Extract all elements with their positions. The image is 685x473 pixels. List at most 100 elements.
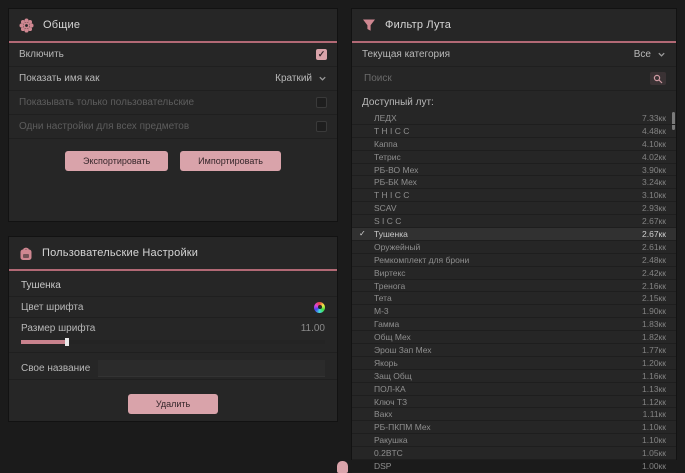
loot-item-value: 2.16кк: [642, 281, 666, 291]
slider-fill: [21, 340, 67, 344]
loot-item-name: РБ-ПКПМ Мех: [374, 422, 431, 432]
loot-item-row[interactable]: ✓Вакх1.11кк: [352, 408, 676, 421]
loot-item-name: М-3: [374, 306, 389, 316]
same-settings-checkbox[interactable]: [316, 121, 327, 132]
same-settings-label: Одни настройки для всех предметов: [19, 121, 189, 132]
loot-item-row[interactable]: ✓Виртекс2.42кк: [352, 267, 676, 280]
loot-item-value: 2.42кк: [642, 268, 666, 278]
search-row: [352, 67, 676, 91]
loot-item-name: SCAV: [374, 203, 397, 213]
custom-panel-header: Пользовательские Настройки: [9, 237, 337, 269]
color-wheel-icon[interactable]: [314, 302, 325, 313]
name-display-select[interactable]: Краткий: [275, 73, 327, 84]
enable-checkbox[interactable]: ✓: [316, 49, 327, 60]
loot-item-row[interactable]: ✓Общ Мех1.82кк: [352, 331, 676, 344]
loot-item-name: Каппа: [374, 139, 398, 149]
loot-item-name: Вакх: [374, 409, 392, 419]
loot-item-name: Защ Общ: [374, 371, 412, 381]
search-button[interactable]: [650, 72, 666, 85]
slider-thumb[interactable]: [65, 338, 69, 346]
loot-item-value: 1.13кк: [642, 384, 666, 394]
check-icon: ✓: [359, 228, 366, 240]
loot-item-row[interactable]: ✓Тушенка2.67кк: [352, 228, 676, 241]
only-custom-label: Показывать только пользовательские: [19, 97, 194, 108]
loot-panel-header: Фильтр Лута: [352, 9, 676, 41]
selected-item-name: Тушенка: [9, 271, 337, 296]
name-display-value: Краткий: [275, 73, 312, 84]
loot-item-value: 1.16кк: [642, 371, 666, 381]
loot-item-name: Эрош Зап Мех: [374, 345, 432, 355]
loot-item-row[interactable]: ✓РБ-ВО Мех3.90кк: [352, 164, 676, 177]
backpack-icon: [19, 246, 33, 261]
loot-item-value: 2.15кк: [642, 293, 666, 303]
name-display-label: Показать имя как: [19, 73, 99, 84]
loot-item-row[interactable]: ✓Т Н I С С3.10кк: [352, 189, 676, 202]
font-size-value: 11.00: [301, 323, 325, 334]
custom-name-input[interactable]: [98, 360, 325, 377]
chevron-down-icon: [657, 50, 666, 59]
loot-item-name: Гамма: [374, 319, 399, 329]
loot-item-value: 1.77кк: [642, 345, 666, 355]
loot-item-row[interactable]: ✓РБ-ПКПМ Мех1.10кк: [352, 421, 676, 434]
font-color-row: Цвет шрифта: [9, 296, 337, 317]
loot-item-value: 1.90кк: [642, 306, 666, 316]
loot-item-value: 2.67кк: [642, 216, 666, 226]
loot-item-value: 2.61кк: [642, 242, 666, 252]
gear-flower-icon: [19, 18, 34, 33]
loot-item-row[interactable]: ✓SCAV2.93кк: [352, 202, 676, 215]
loot-item-name: Оружейный: [374, 242, 420, 252]
loot-item-value: 4.48кк: [642, 126, 666, 136]
loot-item-row[interactable]: ✓РБ-БК Мех3.24кк: [352, 176, 676, 189]
loot-item-row[interactable]: ✓М-31.90кк: [352, 305, 676, 318]
loot-item-value: 1.05кк: [642, 448, 666, 458]
loot-item-row[interactable]: ✓Т Н I С С4.48кк: [352, 125, 676, 138]
loot-item-row[interactable]: ✓Эрош Зап Мех1.77кк: [352, 344, 676, 357]
loot-item-row[interactable]: ✓Якорь1.20кк: [352, 357, 676, 370]
loot-item-row[interactable]: ✓ПОЛ-КА1.13кк: [352, 383, 676, 396]
custom-name-row: Свое название: [9, 357, 337, 380]
loot-item-value: 2.93кк: [642, 203, 666, 213]
category-label: Текущая категория: [362, 49, 450, 60]
font-color-label: Цвет шрифта: [21, 302, 83, 313]
loot-item-value: 4.02кк: [642, 152, 666, 162]
loot-item-value: 1.10кк: [642, 435, 666, 445]
category-select[interactable]: Все: [634, 49, 666, 60]
loot-item-row[interactable]: ✓Ремкомплект для брони2.48кк: [352, 254, 676, 267]
loot-item-row[interactable]: ✓ЛЕДХ7.33кк: [352, 112, 676, 125]
loot-item-name: ПОЛ-КА: [374, 384, 406, 394]
loot-item-row[interactable]: ✓Ключ ТЗ1.12кк: [352, 396, 676, 409]
loot-item-value: 1.83кк: [642, 319, 666, 329]
loot-item-row[interactable]: ✓Оружейный2.61кк: [352, 241, 676, 254]
loot-item-row[interactable]: ✓Ракушка1.10кк: [352, 434, 676, 447]
loot-item-row[interactable]: ✓Каппа4.10кк: [352, 138, 676, 151]
loot-item-row[interactable]: ✓Гамма1.83кк: [352, 318, 676, 331]
import-button[interactable]: Импортировать: [180, 151, 281, 171]
custom-settings-panel: Пользовательские Настройки Тушенка Цвет …: [8, 236, 338, 422]
loot-item-row[interactable]: ✓S I C C2.67кк: [352, 215, 676, 228]
setting-row-only-custom: Показывать только пользовательские: [9, 91, 337, 115]
available-loot-label: Доступный лут:: [352, 91, 676, 112]
bottom-grip-icon[interactable]: [337, 461, 348, 473]
loot-item-name: Тета: [374, 293, 392, 303]
loot-item-name: Виртекс: [374, 268, 406, 278]
loot-item-row[interactable]: ✓0.2BTC1.05кк: [352, 447, 676, 460]
enable-label: Включить: [19, 49, 64, 60]
loot-item-row[interactable]: ✓Тетрис4.02кк: [352, 151, 676, 164]
loot-item-value: 7.33кк: [642, 113, 666, 123]
font-size-slider[interactable]: [21, 340, 325, 344]
category-row: Текущая категория Все: [352, 43, 676, 67]
loot-item-row[interactable]: ✓DSP1.00кк: [352, 460, 676, 473]
custom-name-label: Свое название: [21, 363, 90, 374]
loot-item-value: 1.20кк: [642, 358, 666, 368]
loot-item-row[interactable]: ✓Тета2.15кк: [352, 292, 676, 305]
font-size-row: Размер шрифта 11.00: [9, 317, 337, 338]
loot-item-row[interactable]: ✓Тренога2.16кк: [352, 280, 676, 293]
delete-button[interactable]: Удалить: [128, 394, 218, 414]
loot-item-value: 4.10кк: [642, 139, 666, 149]
search-input[interactable]: [362, 72, 650, 85]
only-custom-checkbox[interactable]: [316, 97, 327, 108]
loot-item-name: DSP: [374, 461, 391, 471]
color-wheel-center: [318, 305, 322, 309]
export-button[interactable]: Экспортировать: [65, 151, 168, 171]
loot-item-row[interactable]: ✓Защ Общ1.16кк: [352, 370, 676, 383]
